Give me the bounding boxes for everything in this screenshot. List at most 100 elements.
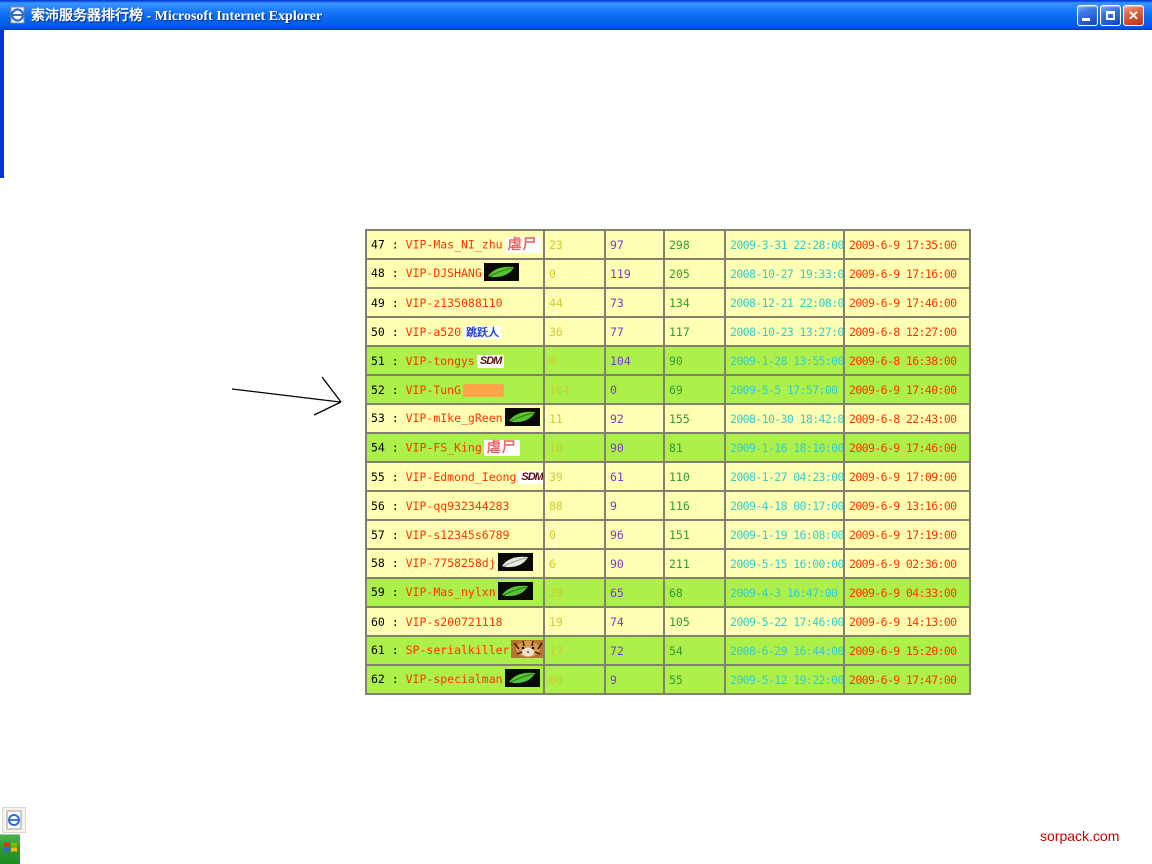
rank-name-cell: 55 : VIP-Edmond_IeongSDM — [366, 462, 544, 491]
created-date: 2009-1-16 18:10:00 — [730, 441, 844, 455]
last-update-date-cell: 2009-6-9 04:33:00 — [844, 578, 970, 607]
rank-name-cell: 54 : VIP-FS_King虐尸 — [366, 433, 544, 462]
player-name-link[interactable]: SP-serialkiller — [406, 643, 510, 657]
rank-number: 49 : — [371, 296, 406, 310]
created-date: 2009-1-28 13:55:00 — [730, 354, 844, 368]
table-row: 56 : VIP-qq9323442838891162009-4-18 00:1… — [366, 491, 970, 520]
stat-value-3-cell: 211 — [664, 549, 725, 578]
stat-value-3-cell: 69 — [664, 375, 725, 404]
stat-value-3: 68 — [669, 586, 683, 600]
stat-value-2-cell: 65 — [605, 578, 664, 607]
taskbar-ie-icon[interactable] — [2, 807, 26, 833]
player-name-link[interactable]: VIP-FS_King — [406, 440, 482, 454]
created-date-cell: 2008-12-21 22:08:00 — [725, 288, 844, 317]
last-update-date: 2009-6-9 13:16:00 — [849, 499, 957, 513]
created-date: 2008-6-29 16:44:00 — [730, 644, 844, 658]
stat-value-1-cell: 0 — [544, 520, 605, 549]
created-date: 2009-5-5 17:57:00 — [730, 383, 838, 397]
rank-number: 53 : — [371, 411, 406, 425]
stat-value-1: 0 — [549, 354, 556, 368]
stat-value-3-cell: 151 — [664, 520, 725, 549]
stat-value-3: 110 — [669, 470, 690, 484]
stat-value-3-cell: 68 — [664, 578, 725, 607]
annotation-arrow — [215, 370, 355, 420]
player-name-link[interactable]: VIP-Edmond_Ieong — [406, 470, 517, 484]
player-name-link[interactable]: VIP-s200721118 — [406, 615, 503, 629]
rank-number: 62 : — [371, 672, 406, 686]
tiaoyue-logo-image: 跳跃人 — [463, 326, 502, 339]
stat-value-1: 104 — [549, 383, 570, 397]
stat-value-3-cell: 54 — [664, 636, 725, 665]
rank-number: 50 : — [371, 325, 406, 339]
last-update-date-cell: 2009-6-8 12:27:00 — [844, 317, 970, 346]
last-update-date: 2009-6-8 22:43:00 — [849, 412, 957, 426]
maximize-button[interactable] — [1100, 5, 1121, 26]
stat-value-3-cell: 81 — [664, 433, 725, 462]
player-name-link[interactable]: VIP-specialman — [406, 672, 503, 686]
stat-value-3-cell: 205 — [664, 259, 725, 288]
green-leaf-icon — [484, 263, 519, 284]
stat-value-1: 28 — [549, 586, 563, 600]
rank-name-cell: 59 : VIP-Mas_nylxn — [366, 578, 544, 607]
created-date-cell: 2009-1-19 16:08:00 — [725, 520, 844, 549]
player-name-link[interactable]: VIP-mIke_gReen — [406, 411, 503, 425]
start-button-fragment[interactable] — [0, 834, 20, 864]
created-date: 2009-5-12 19:22:00 — [730, 673, 844, 687]
rank-name-cell: 47 : VIP-Mas_NI_zhu虐尸 — [366, 230, 544, 259]
rank-number: 60 : — [371, 615, 406, 629]
stat-value-3: 205 — [669, 267, 690, 281]
minimize-button[interactable] — [1077, 5, 1098, 26]
stat-value-1-cell: 36 — [544, 317, 605, 346]
created-date-cell: 2009-5-22 17:46:00 — [725, 607, 844, 636]
stat-value-1-cell: 0 — [544, 346, 605, 375]
stat-value-1: 88 — [549, 499, 563, 513]
player-name-link[interactable]: VIP-TunG — [406, 383, 461, 397]
created-date: 2009-4-3 16:47:00 — [730, 586, 838, 600]
created-date: 2008-12-21 22:08:00 — [730, 296, 844, 310]
player-name-link[interactable]: VIP-qq932344283 — [406, 499, 510, 513]
stat-value-2-cell: 72 — [605, 636, 664, 665]
nueshi-stamp-image: 虐尸 — [484, 440, 520, 456]
stat-value-2: 92 — [610, 412, 624, 426]
rank-name-cell: 49 : VIP-z135088110 — [366, 288, 544, 317]
table-row: 47 : VIP-Mas_NI_zhu虐尸23972982009-3-31 22… — [366, 230, 970, 259]
green-leaf-icon — [505, 408, 540, 429]
stat-value-3-cell: 298 — [664, 230, 725, 259]
stat-value-1: 39 — [549, 470, 563, 484]
stat-value-2-cell: 90 — [605, 433, 664, 462]
player-name-link[interactable]: VIP-7758258dj — [406, 556, 496, 570]
stat-value-2: 90 — [610, 557, 624, 571]
stat-value-2-cell: 0 — [605, 375, 664, 404]
stat-value-1-cell: 80 — [544, 665, 605, 694]
stat-value-2-cell: 119 — [605, 259, 664, 288]
table-row: 52 : VIP-TunG1040692009-5-5 17:57:002009… — [366, 375, 970, 404]
rank-name-cell: 48 : VIP-DJSHANG — [366, 259, 544, 288]
created-date-cell: 2009-5-5 17:57:00 — [725, 375, 844, 404]
player-name-link[interactable]: VIP-Mas_nylxn — [406, 585, 496, 599]
player-name-link[interactable]: VIP-a520 — [406, 325, 461, 339]
stat-value-3: 151 — [669, 528, 690, 542]
stat-value-3: 134 — [669, 296, 690, 310]
stat-value-2: 65 — [610, 586, 624, 600]
player-name-link[interactable]: VIP-Mas_NI_zhu — [406, 237, 503, 251]
stat-value-3: 55 — [669, 673, 683, 687]
stat-value-1: 11 — [549, 412, 563, 426]
rank-name-cell: 56 : VIP-qq932344283 — [366, 491, 544, 520]
player-name-link[interactable]: VIP-tongys — [406, 354, 475, 368]
last-update-date-cell: 2009-6-9 17:35:00 — [844, 230, 970, 259]
rank-name-cell: 57 : VIP-s12345s6789 — [366, 520, 544, 549]
ranking-table-container[interactable]: 47 : VIP-Mas_NI_zhu虐尸23972982009-3-31 22… — [365, 229, 971, 718]
player-name-link[interactable]: VIP-DJSHANG — [406, 266, 482, 280]
stat-value-1-cell: 10 — [544, 433, 605, 462]
player-name-link[interactable]: VIP-z135088110 — [406, 296, 503, 310]
close-button[interactable]: ✕ — [1123, 5, 1144, 26]
stat-value-1: 80 — [549, 673, 563, 687]
rank-name-cell: 58 : VIP-7758258dj — [366, 549, 544, 578]
stat-value-1: 6 — [549, 557, 556, 571]
last-update-date-cell: 2009-6-9 17:47:00 — [844, 665, 970, 694]
stat-value-1-cell: 6 — [544, 549, 605, 578]
stat-value-1-cell: 23 — [544, 230, 605, 259]
created-date-cell: 2009-1-16 18:10:00 — [725, 433, 844, 462]
stat-value-2-cell: 73 — [605, 288, 664, 317]
player-name-link[interactable]: VIP-s12345s6789 — [406, 528, 510, 542]
